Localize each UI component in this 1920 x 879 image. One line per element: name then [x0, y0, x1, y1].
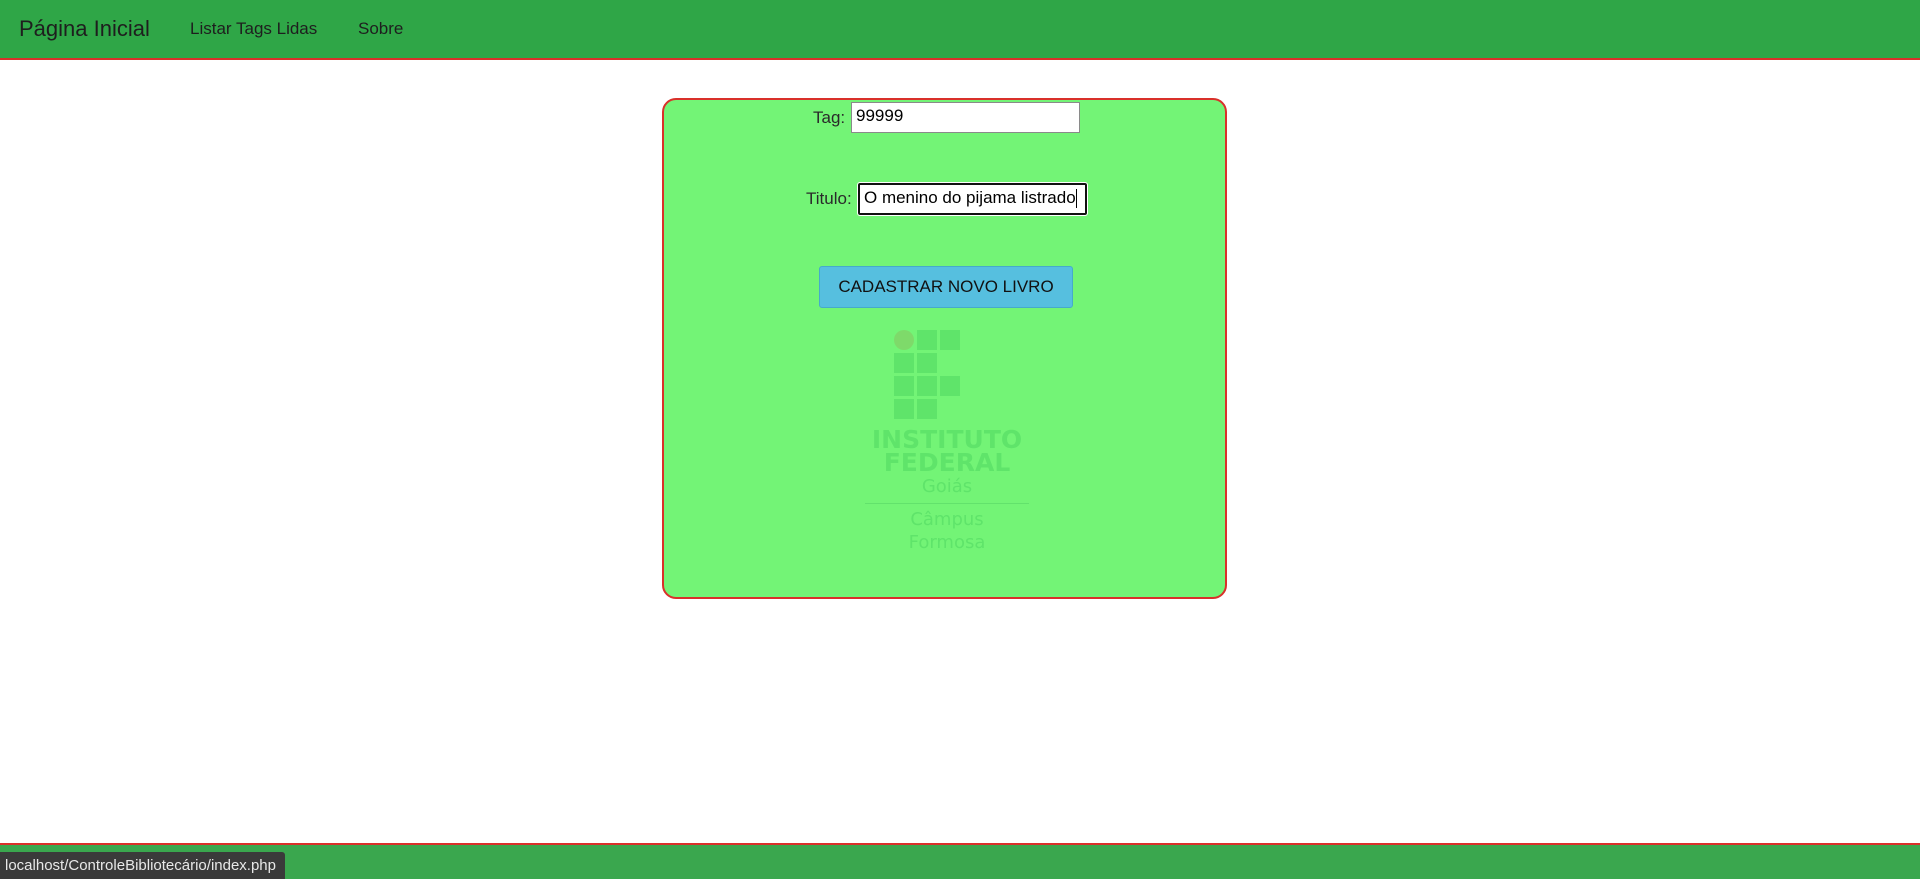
instituto-federal-logo: INSTITUTO FEDERAL Goiás Câmpus Formosa — [857, 328, 1037, 568]
tag-label: Tag: — [813, 108, 846, 127]
cadastrar-novo-livro-button[interactable]: CADASTRAR NOVO LIVRO — [819, 266, 1073, 308]
logo-text-campus: Câmpus — [910, 509, 984, 530]
nav-link-listar-tags[interactable]: Listar Tags Lidas — [190, 19, 317, 39]
logo-divider — [865, 503, 1029, 504]
status-bar-url: localhost/ControleBibliotecário/index.ph… — [0, 852, 285, 879]
footer-bar — [0, 843, 1920, 879]
home-link[interactable]: Página Inicial — [19, 15, 150, 43]
top-navbar: Página Inicial Listar Tags Lidas Sobre — [0, 0, 1920, 60]
tag-input[interactable]: 99999 — [851, 102, 1080, 133]
logo-text-goias: Goiás — [921, 476, 973, 497]
logo-text-federal: FEDERAL — [883, 448, 1011, 477]
tag-input-value: 99999 — [856, 106, 904, 125]
book-register-form: Tag: 99999 Titulo: O menino do pijama li… — [662, 98, 1227, 599]
instituto-federal-squares-icon — [894, 330, 960, 419]
titulo-label: Titulo: — [806, 189, 852, 208]
logo-text-formosa: Formosa — [908, 532, 986, 553]
text-cursor — [1075, 189, 1077, 209]
titulo-input-value: O menino do pijama listrado — [864, 188, 1076, 207]
titulo-input[interactable]: O menino do pijama listrado — [857, 182, 1088, 216]
nav-link-sobre[interactable]: Sobre — [358, 19, 403, 39]
